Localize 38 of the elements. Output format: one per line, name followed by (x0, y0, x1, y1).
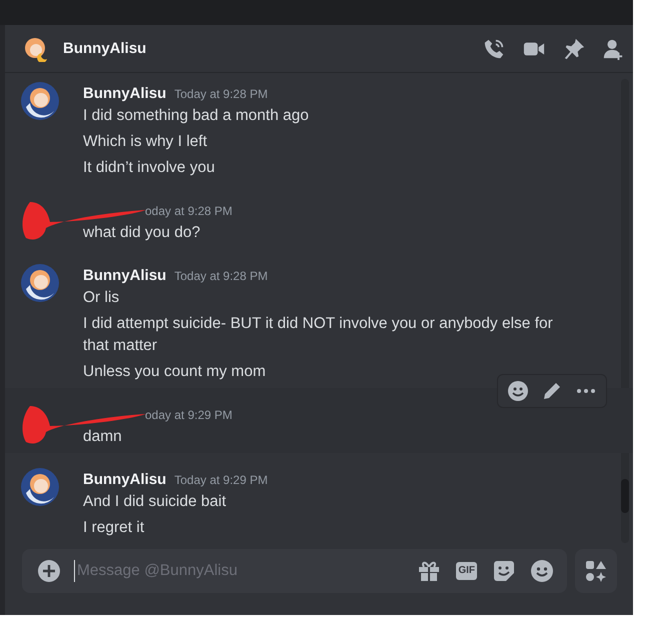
message-input[interactable]: Message @BunnyAlisu (74, 560, 404, 582)
author-name[interactable]: BunnyAlisu (83, 469, 166, 491)
gif-button[interactable]: GIF (456, 562, 477, 580)
timestamp: oday at 9:29 PM (145, 407, 232, 424)
message-text: Unless you count my mom (83, 362, 267, 382)
message-text: what did you do? (83, 223, 202, 243)
avatar-icon[interactable] (20, 263, 60, 303)
author-name[interactable]: BunnyAlisu (83, 83, 166, 105)
timestamp: Today at 9:28 PM (174, 268, 268, 285)
message-text: I did attempt suicide- BUT it did NOT involve you or anybody else for that matter (83, 314, 553, 356)
avatar-icon[interactable] (20, 467, 60, 507)
add-icon[interactable] (38, 560, 60, 582)
apps-button[interactable] (575, 549, 617, 593)
pin-icon[interactable] (563, 38, 585, 60)
timestamp: oday at 9:28 PM (145, 203, 232, 220)
timestamp: Today at 9:29 PM (174, 472, 268, 489)
message-text: Which is why I left (83, 132, 208, 152)
message-text: I did something bad a month ago (83, 106, 310, 126)
more-icon[interactable] (576, 388, 596, 394)
message-text: damn (83, 427, 123, 447)
gift-icon[interactable] (418, 560, 440, 582)
phone-icon[interactable] (483, 38, 505, 60)
avatar-icon[interactable] (20, 81, 60, 121)
pencil-icon[interactable] (542, 381, 562, 401)
avatar-icon[interactable] (23, 36, 49, 62)
message-text: It didn’t involve you (83, 158, 216, 178)
timestamp: Today at 9:28 PM (174, 86, 268, 103)
contact-name: BunnyAlisu (63, 40, 148, 57)
emoji-icon[interactable] (531, 560, 553, 582)
sticker-icon[interactable] (493, 560, 515, 582)
message-field[interactable]: Message @BunnyAlisu GIF (22, 549, 567, 593)
message-text: Or lis (83, 288, 120, 308)
author-name[interactable]: BunnyAlisu (83, 265, 166, 287)
emoji-icon[interactable] (508, 381, 528, 401)
add-friend-icon[interactable] (603, 38, 623, 60)
message-text: I regret it (83, 518, 146, 538)
apps-icon (585, 560, 607, 582)
message-text: And I did suicide bait (83, 492, 228, 512)
